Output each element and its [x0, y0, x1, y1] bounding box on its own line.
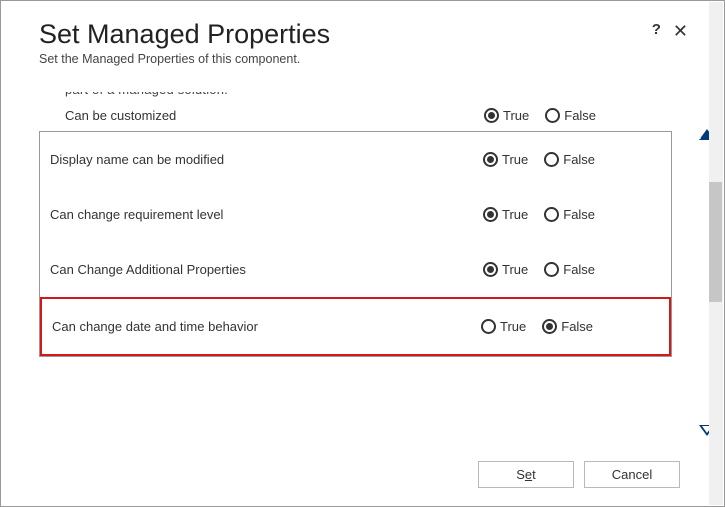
row-can-be-customized: Can be customized True False [39, 108, 672, 129]
radio-icon [544, 152, 559, 167]
radio-true[interactable]: True [483, 152, 540, 167]
outer-scrollbar[interactable] [709, 2, 723, 505]
radio-icon [483, 152, 498, 167]
row-label: Can be customized [65, 108, 484, 123]
radio-true[interactable]: True [483, 262, 540, 277]
set-button[interactable]: Set [478, 461, 574, 488]
radio-true[interactable]: True [484, 108, 541, 123]
radio-icon [483, 262, 498, 277]
radio-icon [481, 319, 496, 334]
radio-true[interactable]: True [483, 207, 540, 222]
radio-false[interactable]: False [544, 262, 607, 277]
content-area: part of a managed solution. Can be custo… [39, 96, 694, 357]
row-label: Can Change Additional Properties [50, 262, 483, 277]
row-display-name: Display name can be modified True False [40, 132, 671, 187]
radio-icon [484, 108, 499, 123]
radio-icon [542, 319, 557, 334]
dialog-title: Set Managed Properties [39, 19, 646, 50]
dialog: Set Managed Properties Set the Managed P… [1, 1, 724, 506]
row-label: Display name can be modified [50, 152, 483, 167]
row-date-time-behavior: Can change date and time behavior True F… [40, 297, 671, 356]
header: Set Managed Properties Set the Managed P… [39, 19, 694, 96]
help-icon[interactable]: ? [646, 19, 667, 40]
radio-false[interactable]: False [545, 108, 608, 123]
truncated-text: part of a managed solution. [65, 92, 672, 102]
row-requirement-level: Can change requirement level True False [40, 187, 671, 242]
radio-true[interactable]: True [481, 319, 538, 334]
radio-icon [544, 207, 559, 222]
radio-false[interactable]: False [542, 319, 605, 334]
row-label: Can change date and time behavior [52, 319, 481, 334]
properties-box: Display name can be modified True False … [39, 131, 672, 357]
cancel-button[interactable]: Cancel [584, 461, 680, 488]
close-icon[interactable]: ✕ [667, 19, 694, 44]
row-additional-props: Can Change Additional Properties True Fa… [40, 242, 671, 297]
radio-false[interactable]: False [544, 152, 607, 167]
radio-icon [544, 262, 559, 277]
footer: Set Cancel [478, 461, 680, 488]
radio-icon [483, 207, 498, 222]
radio-false[interactable]: False [544, 207, 607, 222]
dialog-subtitle: Set the Managed Properties of this compo… [39, 52, 646, 66]
scrollbar-thumb[interactable] [709, 182, 722, 302]
row-label: Can change requirement level [50, 207, 483, 222]
radio-icon [545, 108, 560, 123]
